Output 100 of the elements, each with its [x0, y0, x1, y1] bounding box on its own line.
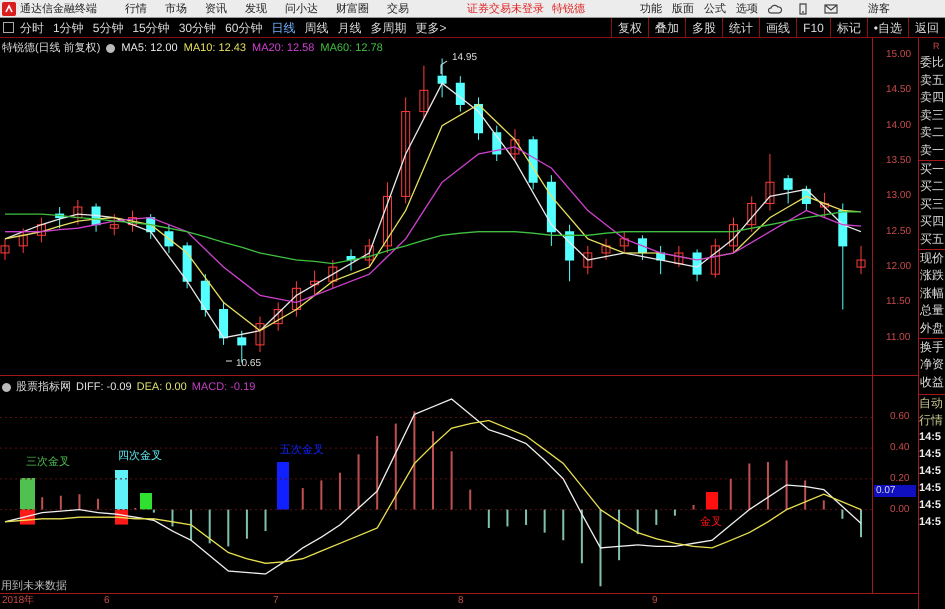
candlestick	[802, 185, 811, 212]
quote-label: 净资	[919, 356, 945, 374]
price-label: 10.65	[236, 357, 262, 371]
menu-item[interactable]: 发现	[245, 2, 267, 16]
time-label: 14:5	[919, 498, 942, 514]
signal-marker	[140, 493, 152, 510]
panel-tab[interactable]: 自动	[919, 395, 945, 412]
period-tab[interactable]: 月线	[337, 18, 362, 36]
menu-item[interactable]: 财富圈	[336, 2, 369, 16]
menu-item[interactable]: 功能	[640, 2, 662, 16]
logo-icon	[2, 2, 16, 16]
signal-marker	[115, 470, 128, 525]
quote-label: 委比	[919, 54, 945, 71]
candlestick	[128, 210, 137, 232]
time-label: 14:5	[919, 430, 942, 446]
candlestick	[583, 245, 592, 275]
settings-icon[interactable]	[2, 382, 11, 392]
quote-label: 收益	[919, 374, 945, 391]
leader-line	[440, 60, 448, 74]
period-tab[interactable]: 周线	[304, 18, 328, 36]
menu-item[interactable]: 行情	[125, 2, 147, 16]
period-tab[interactable]: 5分钟	[92, 18, 124, 36]
candlestick	[18, 228, 28, 254]
quote-label: 买四	[919, 213, 945, 230]
candlestick	[747, 196, 756, 232]
period-tab[interactable]: 1分钟	[53, 18, 84, 36]
menu-item[interactable]: 资讯	[205, 2, 227, 16]
candlestick	[620, 231, 629, 254]
indicator-value: MA10: 12.43	[184, 41, 246, 56]
toolbar-button[interactable]: 返回	[908, 18, 945, 37]
quote-label: 买一	[919, 160, 945, 178]
axis-label: 0.60	[890, 411, 910, 424]
indicator-value: MA5: 12.00	[121, 41, 178, 56]
candlestick	[638, 234, 647, 261]
candlestick	[492, 125, 502, 162]
toolbar-button[interactable]: 叠加	[648, 18, 686, 37]
signal-label: 金叉	[700, 516, 722, 528]
candlestick	[255, 316, 264, 352]
signal-label: 三次金叉	[26, 456, 70, 468]
period-tab[interactable]: 分时	[20, 18, 44, 36]
period-tab[interactable]: 多周期	[370, 18, 406, 36]
login-status[interactable]: 证券交易未登录	[467, 2, 544, 16]
candlestick	[474, 96, 484, 140]
candlestick	[36, 217, 46, 243]
mail-icon[interactable]	[824, 2, 838, 14]
menu-item[interactable]: 选项	[736, 2, 758, 16]
quote-label: 涨跌	[919, 267, 945, 284]
stock-name: 特锐德	[552, 2, 585, 16]
indicator-value: DEA: 0.00	[136, 380, 187, 395]
signal-marker	[20, 478, 35, 525]
date-label: 7	[273, 594, 279, 608]
signal-marker	[706, 492, 718, 510]
toolbar-button[interactable]: 多股	[685, 18, 722, 37]
panel-tab[interactable]: 行情	[919, 412, 945, 430]
panel-toggle-icon[interactable]	[3, 22, 14, 33]
toolbar-button[interactable]: 统计	[722, 18, 760, 37]
candlestick	[110, 214, 119, 236]
menu-item[interactable]: 交易	[387, 2, 409, 16]
period-tab[interactable]: 60分钟	[225, 18, 262, 36]
settings-icon[interactable]	[106, 44, 116, 53]
axis-label: 11.00	[886, 332, 910, 344]
period-tab[interactable]: 更多>	[415, 18, 446, 36]
quote-label: 现价	[919, 250, 945, 267]
menu-item[interactable]: 版面	[672, 2, 694, 16]
candlestick	[328, 260, 338, 289]
toolbar-button[interactable]: F10	[796, 18, 830, 37]
note-text: 用到未来数据	[1, 579, 67, 594]
date-label: 9	[652, 594, 658, 608]
candlestick	[419, 65, 428, 120]
date-label: 2018年	[2, 594, 34, 608]
menu-item[interactable]: 市场	[165, 2, 187, 16]
candlestick	[856, 245, 866, 275]
period-tab[interactable]: 30分钟	[178, 18, 216, 36]
indicator-title: 股票指标网	[16, 380, 71, 395]
period-tab[interactable]: 日线	[271, 18, 296, 36]
axis-label: 14.50	[886, 84, 912, 96]
corner-label: R	[932, 40, 940, 53]
axis-label: 12.00	[886, 261, 912, 274]
candlestick	[456, 76, 465, 112]
candlestick	[438, 58, 447, 98]
axis-label: 12.50	[886, 226, 912, 238]
menu-item[interactable]: 公式	[704, 2, 726, 16]
candlestick	[92, 202, 101, 232]
quote-label: 外盘	[919, 320, 945, 338]
cloud-icon[interactable]	[768, 2, 782, 14]
toolbar-button[interactable]: •自选	[866, 18, 908, 37]
toolbar-button[interactable]: 画线	[759, 18, 796, 37]
candlestick	[729, 217, 738, 254]
toolbar-button[interactable]: 复权	[611, 18, 648, 37]
menu-item[interactable]: 问小达	[285, 2, 318, 16]
user-label[interactable]: 游客	[868, 2, 890, 16]
quote-label: 涨幅	[919, 284, 945, 302]
signal-label: 四次金叉	[118, 450, 162, 462]
toolbar-button[interactable]: 标记	[830, 18, 867, 37]
value-badge: 0.07	[874, 485, 916, 497]
indicator-value: MA60: 12.78	[320, 41, 383, 56]
candlestick	[292, 280, 301, 318]
period-tab[interactable]: 15分钟	[132, 18, 170, 36]
quote-label: 买五	[919, 230, 945, 250]
time-label: 14:5	[919, 447, 942, 462]
